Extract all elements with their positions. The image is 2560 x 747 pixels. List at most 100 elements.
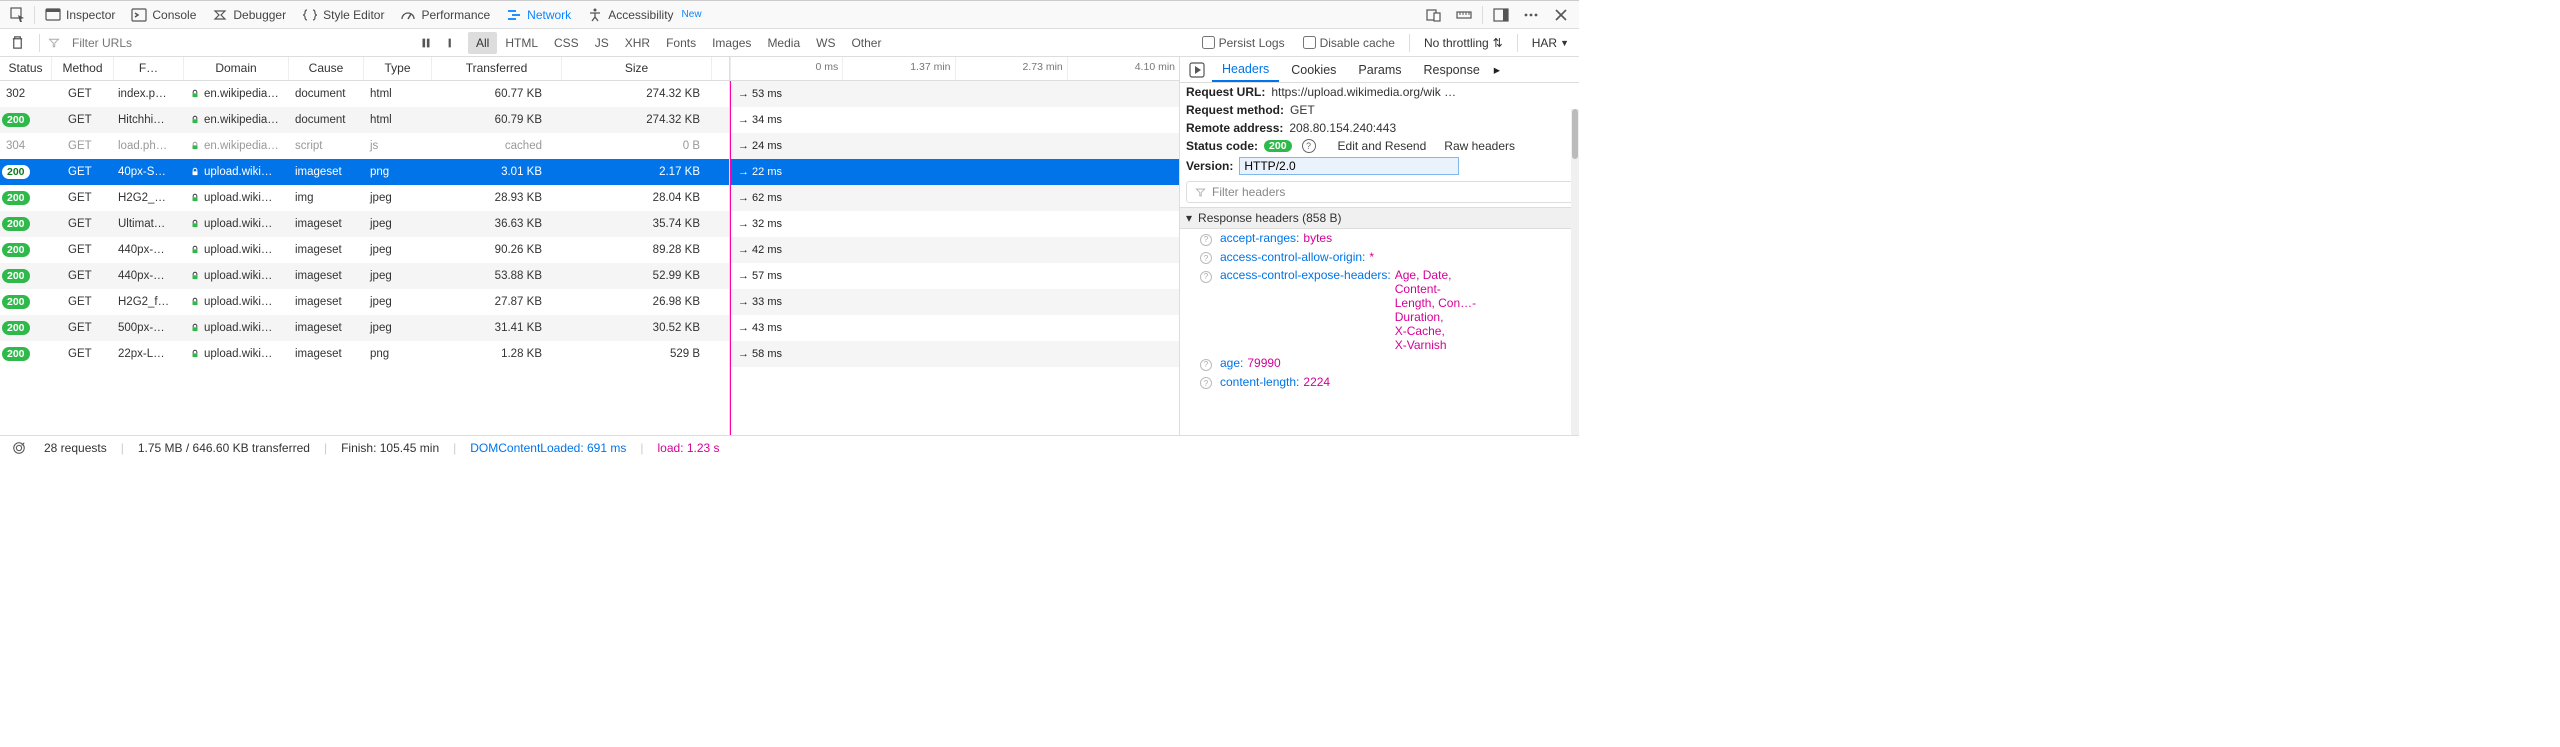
col-method[interactable]: Method <box>52 57 114 80</box>
waterfall-row[interactable]: → 33 ms <box>730 289 1179 315</box>
request-row[interactable]: 200GETH2G2_…upload.wiki…imgjpeg28.93 KB2… <box>0 185 729 211</box>
clear-requests-icon[interactable] <box>4 31 31 54</box>
tab-headers[interactable]: Headers <box>1212 58 1279 82</box>
waterfall-row[interactable]: → 58 ms <box>730 341 1179 367</box>
help-icon[interactable]: ? <box>1302 139 1316 153</box>
perf-icon[interactable] <box>8 439 30 457</box>
step-icon[interactable] <box>436 34 456 52</box>
header-row: ?age: 79990 <box>1180 354 1579 373</box>
persist-logs-checkbox[interactable]: Persist Logs <box>1196 36 1291 50</box>
send-request-icon[interactable] <box>1184 59 1210 81</box>
request-row[interactable]: 200GET440px-…upload.wiki…imagesetjpeg53.… <box>0 263 729 289</box>
type-filter-images[interactable]: Images <box>704 32 759 54</box>
request-row[interactable]: 200GETH2G2_f…upload.wiki…imagesetjpeg27.… <box>0 289 729 315</box>
version-input[interactable] <box>1239 157 1459 175</box>
header-row: ?content-length: 2224 <box>1180 373 1579 392</box>
tab-style-editor[interactable]: Style Editor <box>294 3 392 27</box>
response-headers-section[interactable]: ▾ Response headers (858 B) <box>1180 207 1579 229</box>
waterfall-row[interactable]: → 34 ms <box>730 107 1179 133</box>
help-icon[interactable]: ? <box>1200 252 1212 264</box>
remote-address-label: Remote address: <box>1186 121 1283 135</box>
divider <box>34 6 35 24</box>
request-row[interactable]: 200GET500px-…upload.wiki…imagesetjpeg31.… <box>0 315 729 341</box>
col-file[interactable]: F… <box>114 57 184 80</box>
request-row[interactable]: 200GET440px-…upload.wiki…imagesetjpeg90.… <box>0 237 729 263</box>
devtools-toolbar: Inspector Console Debugger Style Editor … <box>0 1 1579 29</box>
tab-response[interactable]: Response <box>1414 59 1490 81</box>
type-filter-other[interactable]: Other <box>843 32 889 54</box>
updown-icon: ⇅ <box>1493 36 1503 50</box>
tab-performance[interactable]: Performance <box>392 3 498 27</box>
col-domain[interactable]: Domain <box>184 57 289 80</box>
ruler-icon[interactable] <box>1450 3 1478 27</box>
tab-inspector[interactable]: Inspector <box>37 3 123 27</box>
tab-accessibility[interactable]: Accessibility New <box>579 3 709 27</box>
type-filter-media[interactable]: Media <box>759 32 808 54</box>
details-panel: Headers Cookies Params Response Request … <box>1180 57 1579 435</box>
scrollbar[interactable] <box>1571 109 1579 435</box>
help-icon[interactable]: ? <box>1200 359 1212 371</box>
close-devtools-icon[interactable] <box>1547 3 1575 27</box>
help-icon[interactable]: ? <box>1200 377 1212 389</box>
more-tabs-icon[interactable] <box>1492 62 1500 77</box>
raw-headers-button[interactable]: Raw headers <box>1444 139 1515 153</box>
waterfall-row[interactable]: → 32 ms <box>730 211 1179 237</box>
col-size[interactable]: Size <box>562 57 712 80</box>
type-filter-css[interactable]: CSS <box>546 32 587 54</box>
status-code-value: 200 <box>1264 140 1292 152</box>
chevron-down-icon: ▼ <box>1560 38 1569 48</box>
har-menu[interactable]: HAR ▼ <box>1526 32 1575 54</box>
request-row[interactable]: 200GET22px-L…upload.wiki…imagesetpng1.28… <box>0 341 729 367</box>
type-filter-all[interactable]: All <box>468 32 497 54</box>
help-icon[interactable]: ? <box>1200 234 1212 246</box>
col-status[interactable]: Status <box>0 57 52 80</box>
edit-resend-button[interactable]: Edit and Resend <box>1338 139 1427 153</box>
responsive-mode-icon[interactable] <box>1420 3 1448 27</box>
col-cause[interactable]: Cause <box>289 57 364 80</box>
tab-network[interactable]: Network <box>498 3 579 27</box>
dock-side-icon[interactable] <box>1487 3 1515 27</box>
type-filter-xhr[interactable]: XHR <box>617 32 658 54</box>
filter-headers-input[interactable]: Filter headers <box>1186 181 1573 203</box>
tab-cookies[interactable]: Cookies <box>1281 59 1346 81</box>
request-row[interactable]: 302GETindex.p…en.wikipedia…documenthtml6… <box>0 81 729 107</box>
filter-icon <box>1195 187 1206 198</box>
request-row[interactable]: 200GETHitchhi…en.wikipedia…documenthtml6… <box>0 107 729 133</box>
help-icon[interactable]: ? <box>1200 271 1212 283</box>
type-filter-html[interactable]: HTML <box>497 32 546 54</box>
type-filter-fonts[interactable]: Fonts <box>658 32 704 54</box>
tab-params[interactable]: Params <box>1348 59 1411 81</box>
waterfall-row[interactable]: → 57 ms <box>730 263 1179 289</box>
request-row[interactable]: 304GETload.ph…en.wikipedia…scriptjscache… <box>0 133 729 159</box>
waterfall-body: → 53 ms→ 34 ms→ 24 ms→ 22 ms→ 62 ms→ 32 … <box>730 81 1179 435</box>
more-options-icon[interactable] <box>1517 3 1545 27</box>
disable-cache-checkbox[interactable]: Disable cache <box>1297 36 1401 50</box>
waterfall-row[interactable]: → 62 ms <box>730 185 1179 211</box>
type-filter-ws[interactable]: WS <box>808 32 843 54</box>
details-tabs: Headers Cookies Params Response <box>1180 57 1579 83</box>
col-type[interactable]: Type <box>364 57 432 80</box>
type-filter-js[interactable]: JS <box>587 32 617 54</box>
filter-icon <box>48 37 60 49</box>
tab-console[interactable]: Console <box>123 3 204 27</box>
col-transferred[interactable]: Transferred <box>432 57 562 80</box>
tab-style-editor-label: Style Editor <box>323 8 384 22</box>
waterfall-row[interactable]: → 24 ms <box>730 133 1179 159</box>
waterfall-row[interactable]: → 42 ms <box>730 237 1179 263</box>
tab-debugger[interactable]: Debugger <box>204 3 294 27</box>
remote-address-value: 208.80.154.240:443 <box>1289 121 1396 135</box>
waterfall-row[interactable]: → 22 ms <box>730 159 1179 185</box>
waterfall-row[interactable]: → 43 ms <box>730 315 1179 341</box>
pick-element-icon[interactable] <box>4 3 32 27</box>
header-row: ?access-control-allow-origin: * <box>1180 248 1579 267</box>
request-row[interactable]: 200GETUltimat…upload.wiki…imagesetjpeg36… <box>0 211 729 237</box>
request-method-label: Request method: <box>1186 103 1284 117</box>
version-label: Version: <box>1186 159 1233 173</box>
timeline-tick: 0 ms <box>730 57 842 80</box>
waterfall-row[interactable]: → 53 ms <box>730 81 1179 107</box>
filter-urls-input[interactable] <box>66 32 406 54</box>
throttling-select[interactable]: No throttling ⇅ <box>1418 32 1509 54</box>
requests-table-header: Status Method F… Domain Cause Type Trans… <box>0 57 729 81</box>
pause-icon[interactable] <box>416 34 436 52</box>
request-row[interactable]: 200GET40px-S…upload.wiki…imagesetpng3.01… <box>0 159 729 185</box>
